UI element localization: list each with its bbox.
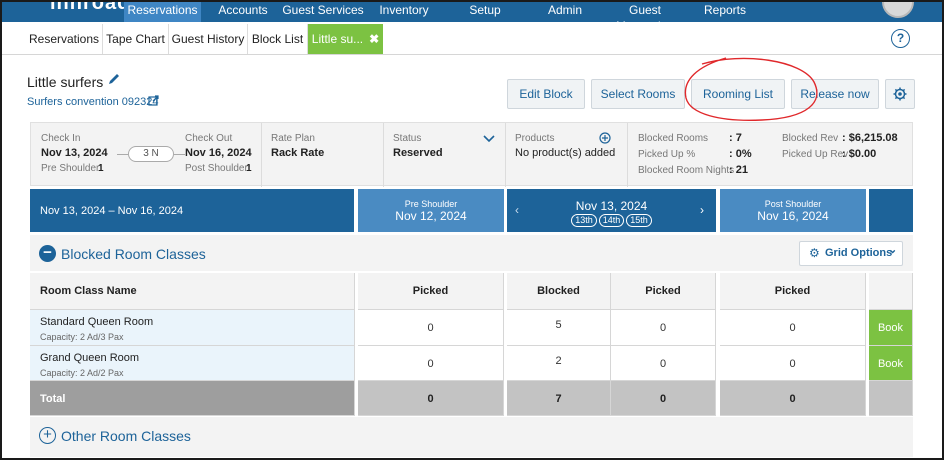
annotation-ellipse — [684, 57, 818, 122]
app-frame: innroad Reservations Accounts Guest Serv… — [0, 0, 944, 460]
